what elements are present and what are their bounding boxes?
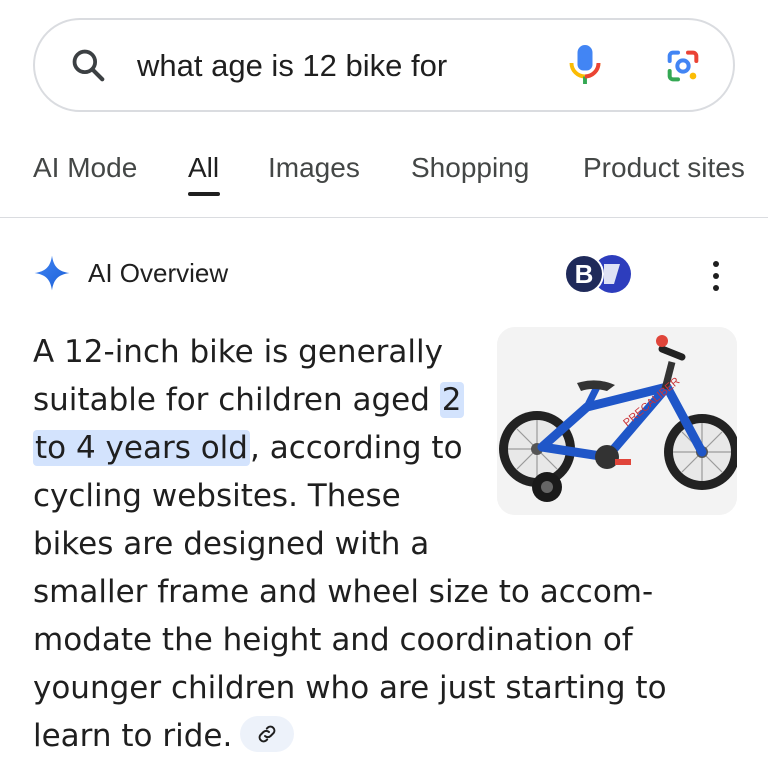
highlighted-answer: 2 bbox=[439, 382, 464, 418]
answer-line-7: modate the height and coordination of bbox=[33, 622, 633, 658]
tab-all[interactable]: All bbox=[188, 152, 219, 184]
highlighted-answer: to 4 years old bbox=[33, 430, 250, 466]
tab-ai-mode[interactable]: AI Mode bbox=[33, 152, 137, 184]
google-lens-icon[interactable] bbox=[663, 46, 703, 86]
tab-product-sites[interactable]: Product sites bbox=[583, 152, 745, 184]
more-vert-icon[interactable] bbox=[702, 254, 730, 298]
answer-line-1: A 12-inch bike is generally bbox=[33, 334, 443, 370]
tab-shopping[interactable]: Shopping bbox=[411, 152, 529, 184]
search-input[interactable] bbox=[137, 40, 537, 92]
sparkle-icon bbox=[34, 255, 70, 291]
ai-overview-answer: A 12-inch bike is generally suitable for… bbox=[33, 328, 733, 760]
answer-line-2: suitable for children aged 2 bbox=[33, 376, 733, 424]
search-icon[interactable] bbox=[69, 46, 107, 84]
search-bar[interactable] bbox=[33, 18, 735, 112]
source-avatar[interactable]: B bbox=[564, 254, 636, 294]
tab-images[interactable]: Images bbox=[268, 152, 360, 184]
answer-line-3: to 4 years old, according to bbox=[33, 424, 733, 472]
source-avatar-letter: B bbox=[575, 259, 594, 289]
active-tab-indicator bbox=[188, 192, 220, 196]
answer-text: suitable for children aged bbox=[33, 382, 440, 418]
link-icon bbox=[258, 725, 276, 742]
citation-link-button[interactable] bbox=[240, 715, 295, 752]
answer-line-9: learn to ride. bbox=[33, 712, 733, 760]
ai-overview-header: AI Overview B bbox=[0, 240, 768, 304]
answer-text: , according to bbox=[249, 430, 463, 466]
answer-line-8: younger children who are just starting t… bbox=[33, 670, 667, 706]
answer-line-4: cycling websites. These bbox=[33, 478, 401, 514]
mic-icon[interactable] bbox=[567, 42, 603, 90]
answer-line-6: smaller frame and wheel size to accom- bbox=[33, 574, 654, 610]
answer-text: learn to ride. bbox=[33, 718, 233, 754]
search-tabs: AI Mode All Images Shopping Product site… bbox=[0, 140, 768, 218]
ai-overview-title: AI Overview bbox=[88, 258, 229, 288]
answer-line-5: bikes are designed with a bbox=[33, 526, 430, 562]
